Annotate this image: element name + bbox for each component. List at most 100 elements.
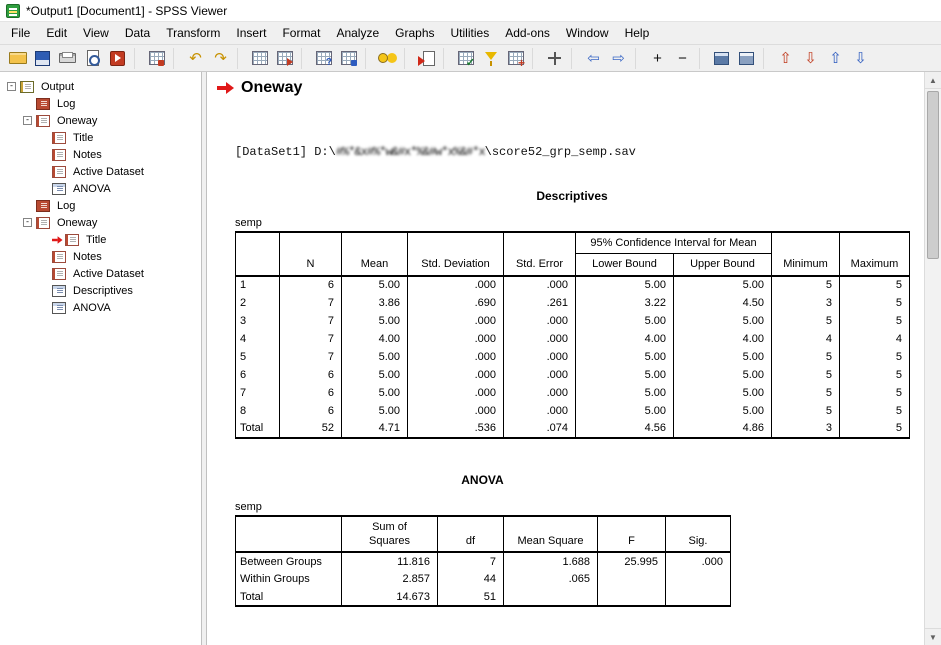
- goto-data-icon[interactable]: [247, 47, 272, 70]
- hide-output-icon[interactable]: [734, 47, 759, 70]
- cell-value: 44: [438, 570, 504, 588]
- toolbar-separator: [699, 48, 706, 69]
- filter-icon[interactable]: [478, 47, 503, 70]
- notes-icon: [52, 149, 66, 161]
- descriptives-table[interactable]: N Mean Std. Deviation Std. Error 95% Con…: [235, 231, 910, 439]
- open-file-icon[interactable]: [5, 47, 30, 70]
- collapse-outline-icon[interactable]: ⇩: [848, 47, 873, 70]
- outline-item-anova[interactable]: ANOVA: [7, 180, 199, 197]
- menu-view[interactable]: View: [75, 22, 117, 44]
- scrollbar-thumb[interactable]: [927, 91, 939, 259]
- cell-value: 5.00: [576, 366, 674, 384]
- outline-item-oneway[interactable]: -Oneway: [7, 112, 199, 129]
- table-row: Total14.67351: [236, 588, 731, 606]
- menu-graphs[interactable]: Graphs: [387, 22, 442, 44]
- cell-value: .261: [504, 294, 576, 312]
- back-icon[interactable]: ⇦: [581, 47, 606, 70]
- scroll-up-icon[interactable]: ▲: [925, 72, 941, 89]
- outline-item-active-dataset[interactable]: Active Dataset: [7, 163, 199, 180]
- table-row: 474.00.000.0004.004.0044: [236, 330, 910, 348]
- outline-item-notes[interactable]: Notes: [7, 248, 199, 265]
- titlebar[interactable]: *Output1 [Document1] - SPSS Viewer: [0, 0, 941, 22]
- undo-icon[interactable]: ↶: [183, 47, 208, 70]
- demote-outline-icon[interactable]: ⇩: [798, 47, 823, 70]
- expander-minus-icon[interactable]: -: [23, 116, 32, 125]
- menu-edit[interactable]: Edit: [38, 22, 75, 44]
- menu-window[interactable]: Window: [558, 22, 617, 44]
- dataset-path-prefix: [DataSet1] D:\: [235, 145, 336, 159]
- dialog-recall-icon[interactable]: [144, 47, 169, 70]
- cell-value: .000: [504, 384, 576, 402]
- menu-data[interactable]: Data: [117, 22, 158, 44]
- outline-item-label: ANOVA: [70, 302, 114, 314]
- toolbar-separator: [237, 48, 244, 69]
- menu-utilities[interactable]: Utilities: [443, 22, 498, 44]
- find-icon[interactable]: [336, 47, 361, 70]
- cell-value: .000: [666, 552, 731, 570]
- use-sets-icon[interactable]: [375, 47, 400, 70]
- menu-insert[interactable]: Insert: [228, 22, 274, 44]
- redacted-path-segment: #%*&x#%*w&#x*%&#w*x%&#*x: [336, 145, 485, 159]
- cell-value: 7: [280, 330, 342, 348]
- save-icon[interactable]: [30, 47, 55, 70]
- current-output-arrow-icon: [217, 82, 235, 94]
- variables-icon[interactable]: [311, 47, 336, 70]
- designate-window-icon[interactable]: [453, 47, 478, 70]
- print-preview-icon[interactable]: [80, 47, 105, 70]
- menu-analyze[interactable]: Analyze: [328, 22, 387, 44]
- cell-value: .000: [408, 276, 504, 294]
- cell-value: .000: [408, 330, 504, 348]
- vertical-scrollbar[interactable]: ▲ ▼: [924, 72, 941, 645]
- cell-value: 5.00: [674, 402, 772, 420]
- cell-value: 4.86: [674, 420, 772, 438]
- expander-minus-icon[interactable]: -: [23, 218, 32, 227]
- viewer-body: -OutputLog-OnewayTitleNotesActive Datase…: [0, 72, 941, 645]
- anova-layer-label: semp: [235, 501, 730, 513]
- cell-value: [666, 588, 731, 606]
- show-output-icon[interactable]: [709, 47, 734, 70]
- table-icon: [52, 302, 66, 314]
- forward-icon[interactable]: ⇨: [606, 47, 631, 70]
- menu-file[interactable]: File: [3, 22, 38, 44]
- outline-item-descriptives[interactable]: Descriptives: [7, 282, 199, 299]
- cell-value: [504, 588, 598, 606]
- outline-item-log[interactable]: Log: [7, 95, 199, 112]
- anova-table-title: ANOVA: [235, 473, 730, 487]
- menu-help[interactable]: Help: [617, 22, 658, 44]
- export-output-icon[interactable]: [105, 47, 130, 70]
- menu-add-ons[interactable]: Add-ons: [497, 22, 558, 44]
- outline-item-log[interactable]: Log: [7, 197, 199, 214]
- goto-case-icon[interactable]: [272, 47, 297, 70]
- cell-value: 5.00: [576, 276, 674, 294]
- menu-format[interactable]: Format: [274, 22, 328, 44]
- outline-item-title[interactable]: Title: [7, 231, 199, 248]
- select-objects-icon[interactable]: [542, 47, 567, 70]
- select-last-output-icon[interactable]: [414, 47, 439, 70]
- dataset-path-suffix: \score52_grp_semp.sav: [485, 145, 636, 159]
- insert-heading-icon[interactable]: [503, 47, 528, 70]
- expand-icon[interactable]: +: [645, 47, 670, 70]
- expander-minus-icon[interactable]: -: [7, 82, 16, 91]
- toolbar-separator: [404, 48, 411, 69]
- print-icon[interactable]: [55, 47, 80, 70]
- scroll-down-icon[interactable]: ▼: [925, 628, 941, 645]
- outline-item-oneway[interactable]: -Oneway: [7, 214, 199, 231]
- column-header: Mean: [342, 232, 408, 276]
- collapse-icon[interactable]: −: [670, 47, 695, 70]
- outline-item-title[interactable]: Title: [7, 129, 199, 146]
- table-header-row: Sum of Squares df Mean Square F Sig.: [236, 516, 731, 553]
- heading-row: Oneway: [217, 79, 924, 97]
- promote-outline-icon[interactable]: ⇧: [773, 47, 798, 70]
- outline-item-notes[interactable]: Notes: [7, 146, 199, 163]
- menubar: FileEditViewDataTransformInsertFormatAna…: [0, 22, 941, 45]
- cell-value: 4: [840, 330, 910, 348]
- outline-item-active-dataset[interactable]: Active Dataset: [7, 265, 199, 282]
- expand-outline-icon[interactable]: ⇧: [823, 47, 848, 70]
- menu-transform[interactable]: Transform: [158, 22, 228, 44]
- outline-item-output[interactable]: -Output: [7, 78, 199, 95]
- cell-value: 5: [772, 402, 840, 420]
- redo-icon[interactable]: ↷: [208, 47, 233, 70]
- outline-item-anova[interactable]: ANOVA: [7, 299, 199, 316]
- scrollbar-track[interactable]: [925, 261, 941, 628]
- anova-table[interactable]: Sum of Squares df Mean Square F Sig. Bet…: [235, 515, 731, 608]
